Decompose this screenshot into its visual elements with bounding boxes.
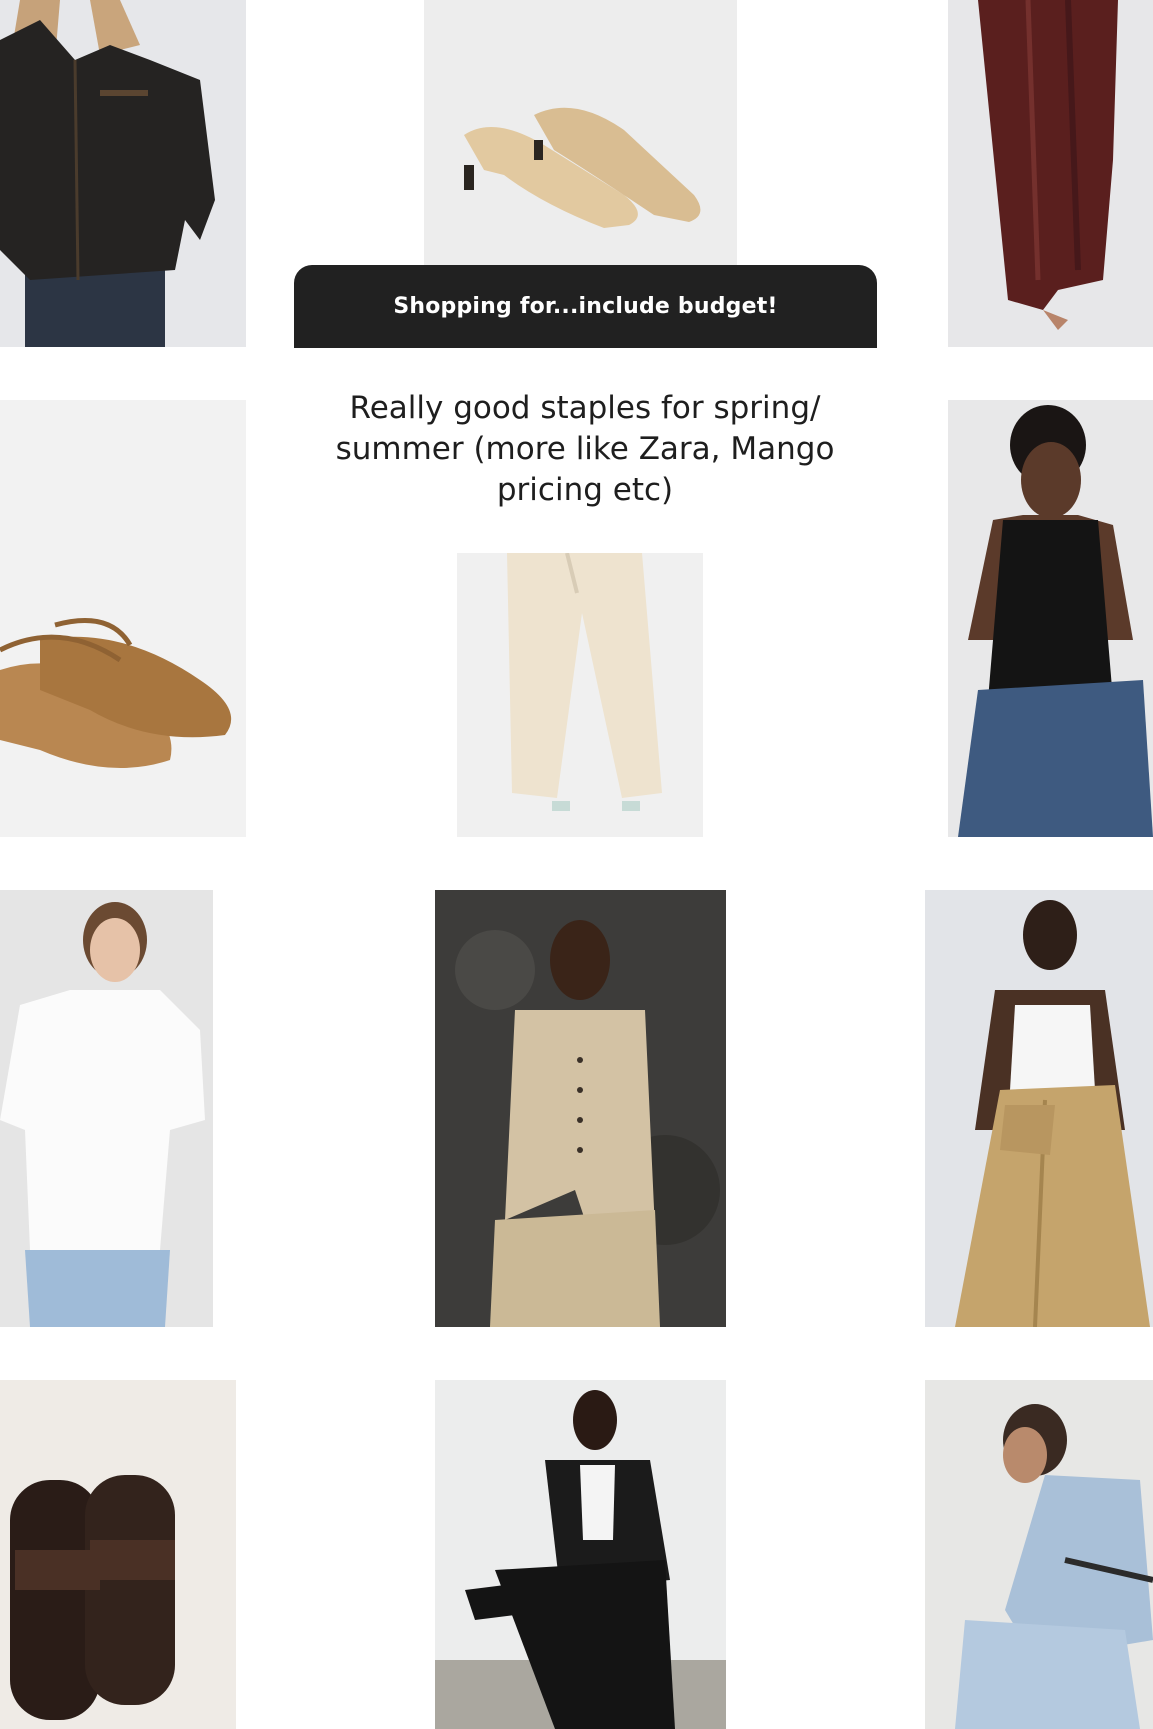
black-tank-top-photo[interactable] xyxy=(948,400,1153,837)
leather-jacket-photo[interactable] xyxy=(0,0,246,347)
linen-trousers-photo[interactable] xyxy=(457,553,703,837)
kitten-heel-mules-photo[interactable] xyxy=(424,0,737,265)
question-answer-text: Really good staples for spring/ summer (… xyxy=(335,390,835,508)
beige-waistcoat-photo[interactable] xyxy=(435,890,726,1327)
black-outfit-photo[interactable] xyxy=(435,1380,726,1729)
brown-sandals-photo[interactable] xyxy=(0,1380,236,1729)
denim-shirt-photo[interactable] xyxy=(925,1380,1153,1729)
mesh-ballet-flats-photo[interactable] xyxy=(0,400,246,837)
burgundy-satin-skirt-photo[interactable] xyxy=(948,0,1153,347)
wrap-skirt-photo[interactable] xyxy=(925,890,1153,1327)
question-prompt-banner: Shopping for...include budget! xyxy=(294,265,877,348)
question-prompt-text: Shopping for...include budget! xyxy=(393,294,778,319)
white-tshirt-photo[interactable] xyxy=(0,890,213,1327)
